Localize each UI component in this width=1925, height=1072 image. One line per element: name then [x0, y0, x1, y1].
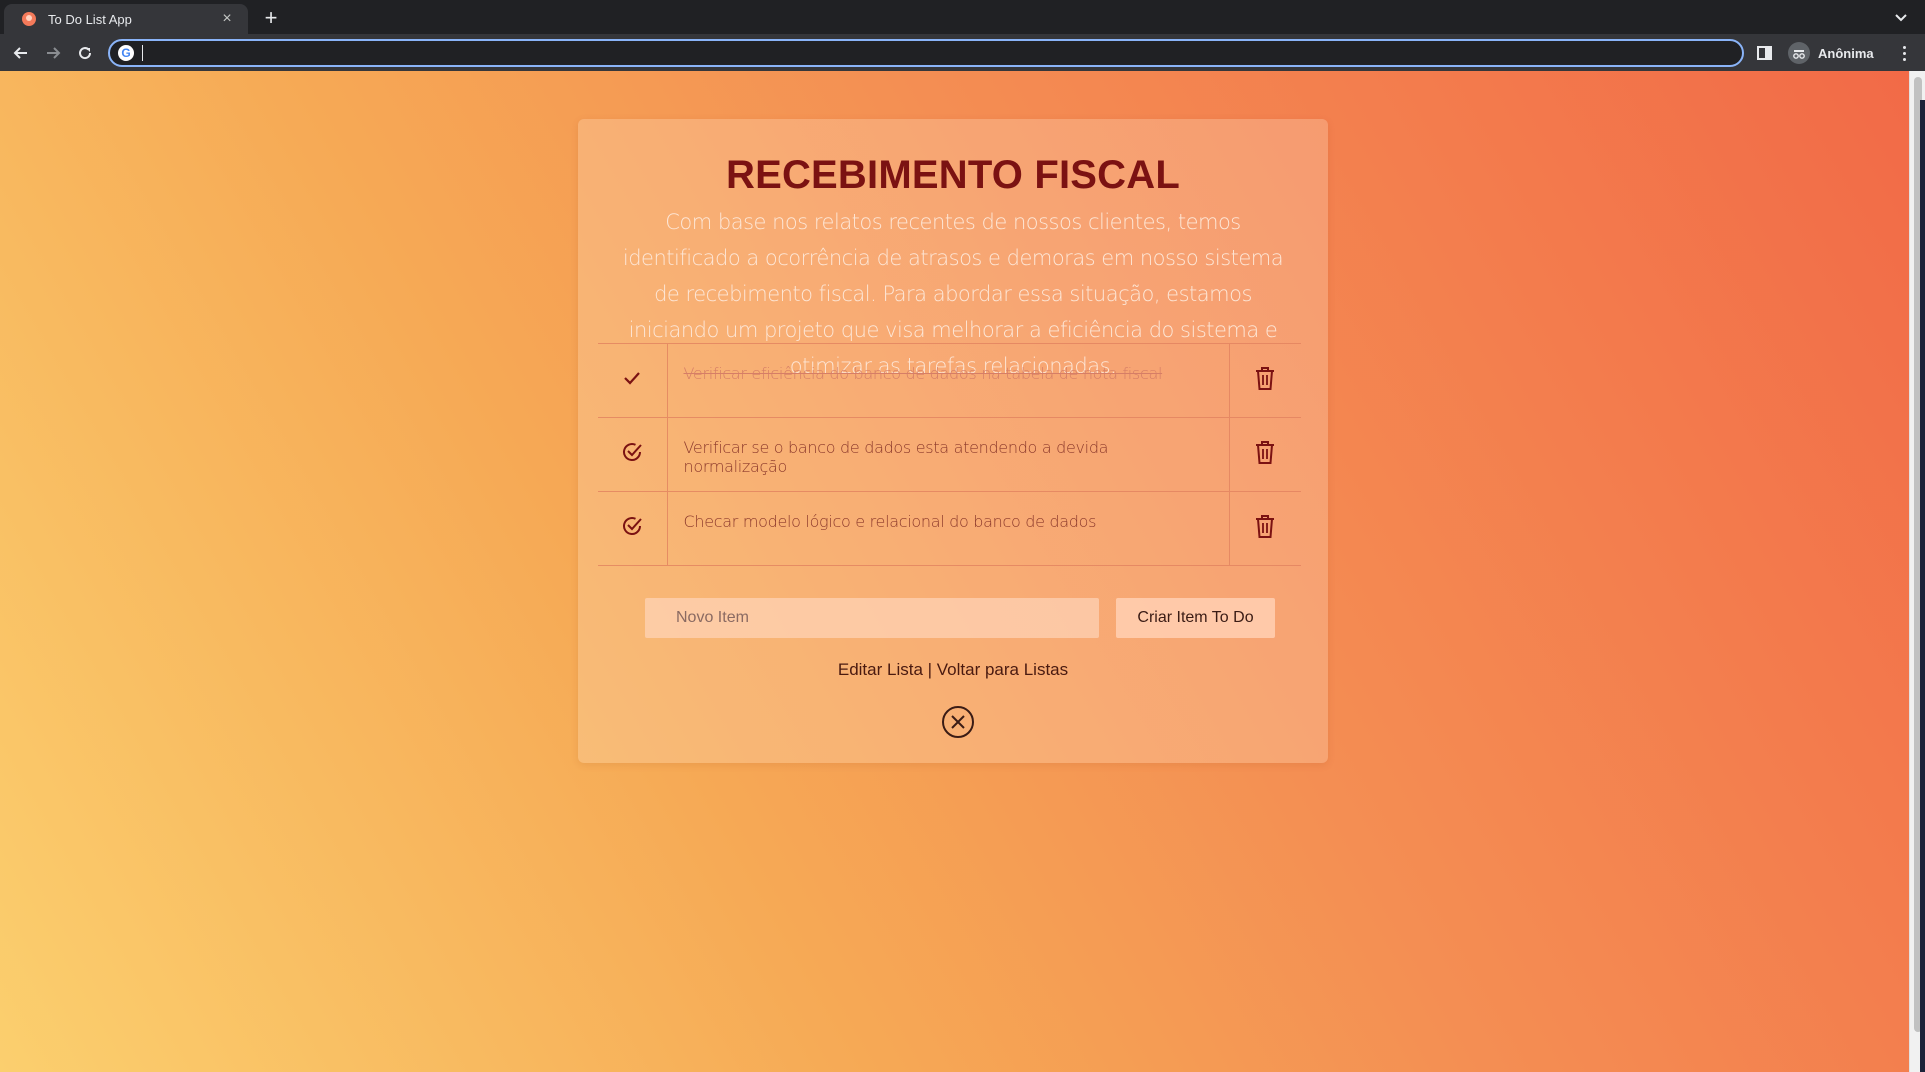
edit-list-link[interactable]: Editar Lista: [838, 660, 923, 679]
favicon-icon: [22, 12, 36, 26]
todo-list-card: RECEBIMENTO FISCAL Com base nos relatos …: [578, 119, 1328, 763]
todo-item-text: Verificar eficiência do banco de dados n…: [667, 343, 1230, 418]
create-item-button[interactable]: Criar Item To Do: [1116, 598, 1275, 638]
todo-table: Verificar eficiência do banco de dados n…: [598, 343, 1301, 566]
todo-item-text: Checar modelo lógico e relacional do ban…: [667, 491, 1230, 566]
back-to-lists-link[interactable]: Voltar para Listas: [937, 660, 1068, 679]
todo-row: Verificar se o banco de dados esta atend…: [598, 417, 1301, 492]
todo-row: Verificar eficiência do banco de dados n…: [598, 343, 1301, 418]
link-separator: |: [922, 660, 937, 679]
incognito-icon: [1788, 42, 1810, 64]
side-panel-icon[interactable]: [1756, 44, 1774, 62]
reload-icon[interactable]: [72, 40, 98, 66]
page-title: RECEBIMENTO FISCAL: [726, 153, 1180, 197]
browser-tab-bar: To Do List App × +: [0, 0, 1925, 34]
browser-tab[interactable]: To Do List App ×: [4, 4, 248, 34]
profile-label: Anônima: [1818, 45, 1874, 61]
browser-menu-icon[interactable]: [1895, 42, 1913, 64]
address-bar[interactable]: G: [108, 39, 1744, 67]
trash-icon[interactable]: [1229, 492, 1301, 566]
todo-item-text: Verificar se o banco de dados esta atend…: [667, 417, 1230, 492]
trash-icon[interactable]: [1229, 344, 1301, 418]
google-g-icon: G: [118, 45, 134, 61]
list-links: Editar Lista | Voltar para Listas: [578, 660, 1328, 680]
new-item-input[interactable]: [645, 598, 1099, 638]
circle-check-icon[interactable]: [598, 491, 668, 566]
close-circle-icon[interactable]: [941, 705, 975, 739]
browser-toolbar: G Anônima: [0, 34, 1925, 71]
window-edge: [1920, 100, 1925, 1072]
circle-check-icon[interactable]: [598, 417, 668, 492]
chevron-down-icon[interactable]: [1891, 7, 1911, 27]
page-viewport: RECEBIMENTO FISCAL Com base nos relatos …: [0, 71, 1909, 1072]
new-tab-button[interactable]: +: [258, 5, 284, 31]
back-arrow-icon[interactable]: [8, 40, 34, 66]
todo-row: Checar modelo lógico e relacional do ban…: [598, 491, 1301, 566]
tab-title: To Do List App: [48, 11, 132, 27]
text-caret: [142, 45, 143, 61]
done-check-icon[interactable]: [598, 343, 668, 418]
profile-button[interactable]: Anônima: [1784, 39, 1884, 67]
forward-arrow-icon[interactable]: [40, 40, 66, 66]
trash-icon[interactable]: [1229, 418, 1301, 492]
address-input[interactable]: [140, 42, 1742, 64]
tab-close-icon[interactable]: ×: [218, 11, 236, 27]
